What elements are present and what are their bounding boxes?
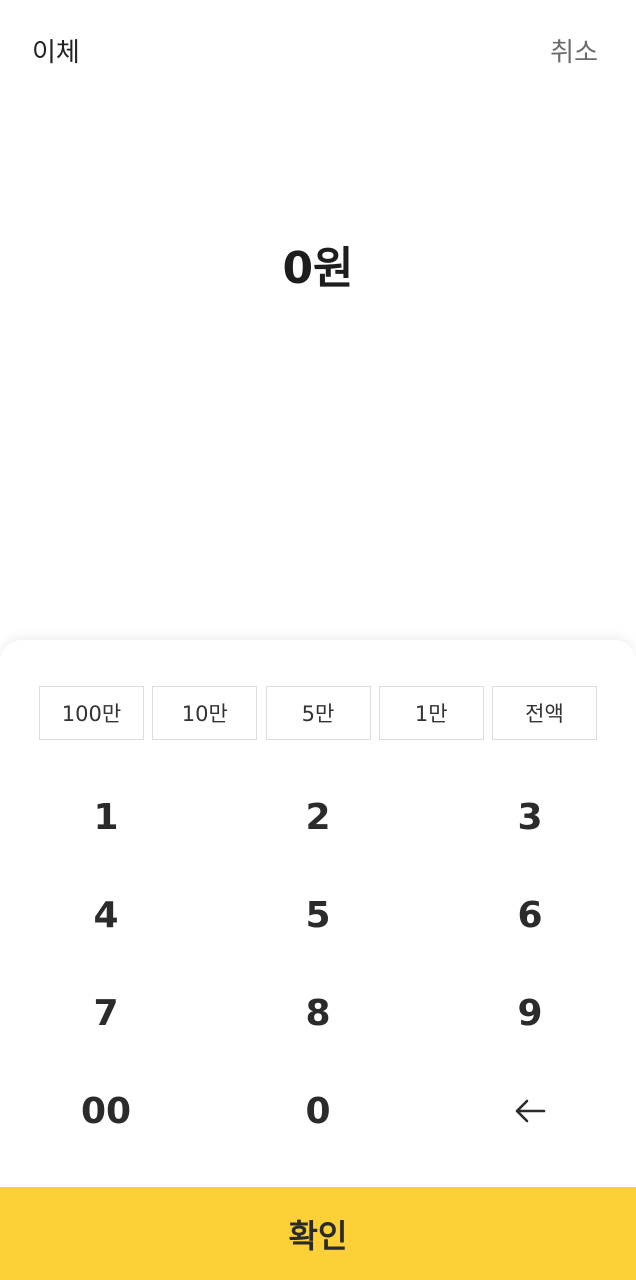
key-6[interactable]: 6 [424,866,636,964]
key-00[interactable]: 00 [0,1062,212,1160]
cancel-button[interactable]: 취소 [550,32,598,69]
quick-amount-row: 100만 10만 5만 1만 전액 [39,686,597,742]
backspace-button[interactable] [424,1062,636,1160]
key-5[interactable]: 5 [212,866,424,964]
quick-amount-50000-button[interactable]: 5만 [265,686,371,740]
quick-amount-1000000-button[interactable]: 100만 [39,686,144,740]
key-3[interactable]: 3 [424,768,636,866]
transfer-screen: 이체 취소 0원 100만 10만 5만 1만 전액 1 2 3 4 5 6 7… [0,0,636,1280]
keypad-panel: 100만 10만 5만 1만 전액 1 2 3 4 5 6 7 8 9 00 0 [0,640,636,1188]
key-8[interactable]: 8 [212,964,424,1062]
number-keypad: 1 2 3 4 5 6 7 8 9 00 0 [0,768,636,1160]
key-9[interactable]: 9 [424,964,636,1062]
left-arrow-icon [514,1099,546,1123]
quick-amount-10000-button[interactable]: 1만 [378,686,484,740]
header: 이체 취소 [0,0,636,100]
key-0[interactable]: 0 [212,1062,424,1160]
key-7[interactable]: 7 [0,964,212,1062]
amount-display: 0원 [282,243,354,294]
quick-amount-all-button[interactable]: 전액 [492,686,597,740]
page-title: 이체 [32,38,80,68]
key-1[interactable]: 1 [0,768,212,866]
quick-amount-100000-button[interactable]: 10만 [152,686,258,740]
key-4[interactable]: 4 [0,866,212,964]
key-2[interactable]: 2 [212,768,424,866]
confirm-button[interactable]: 확인 [0,1187,636,1280]
